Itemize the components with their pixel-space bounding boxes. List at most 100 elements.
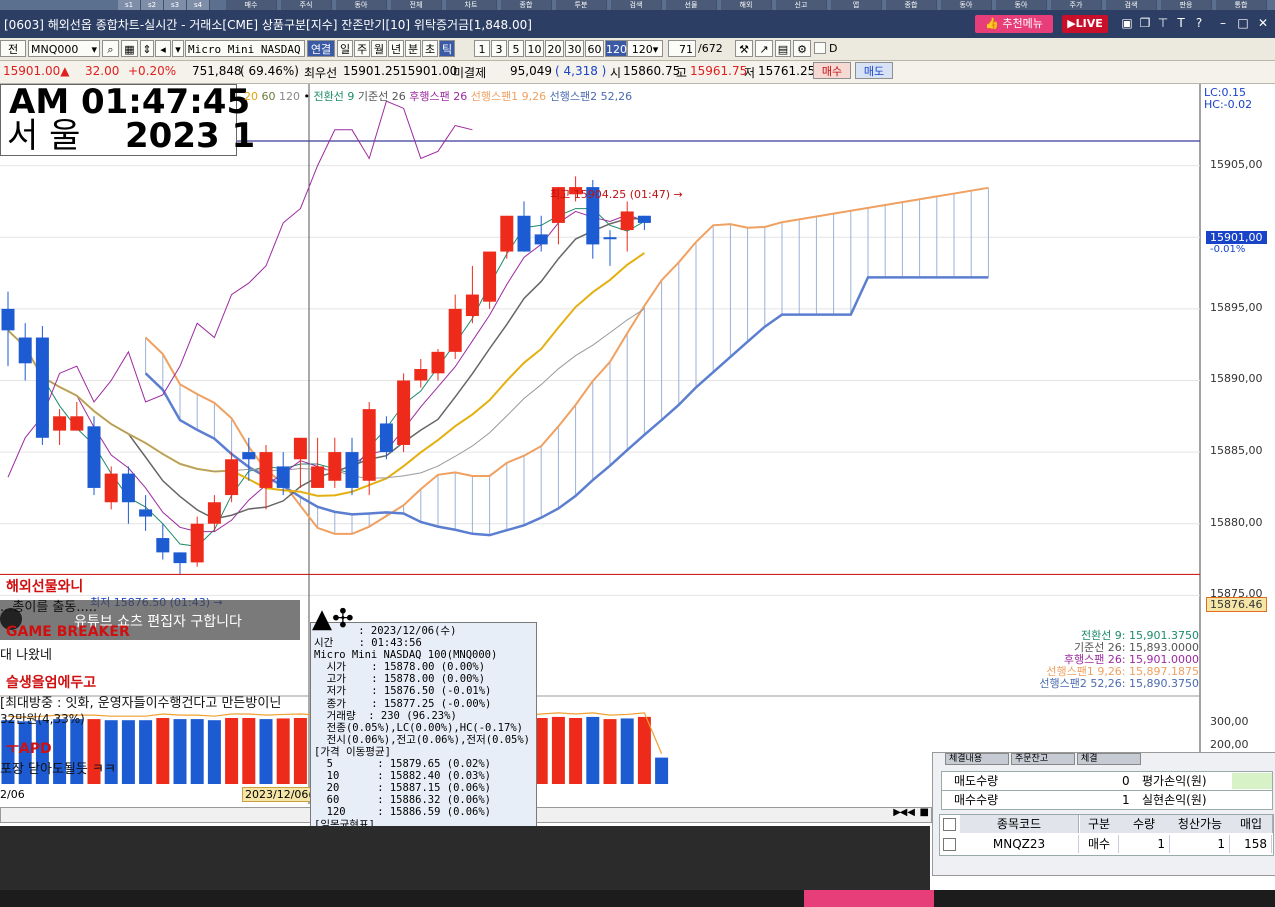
volume-bar xyxy=(569,718,583,784)
order-tab[interactable]: 주문잔고 xyxy=(1011,753,1075,765)
maximize-icon[interactable]: □ xyxy=(1236,15,1250,31)
tick-button[interactable]: 3 xyxy=(491,40,507,57)
current-price-pct: -0.01% xyxy=(1210,244,1246,255)
top-menu-item[interactable]: 종합 xyxy=(886,0,937,10)
pin-icon[interactable]: ⊤ xyxy=(1156,15,1170,31)
period-button[interactable]: 틱 xyxy=(439,40,455,57)
top-menu-item[interactable]: 동아 xyxy=(941,0,992,10)
title-bar: [0603] 해외선옵 종합차트-실시간 - 거래소[CME] 상품구분[지수]… xyxy=(0,10,1275,38)
sell-qty-row: 매도수량 0 평가손익(원) xyxy=(941,771,1273,791)
sound-icon[interactable]: ◂ xyxy=(155,40,171,57)
table-header: 청산가능 xyxy=(1170,815,1231,833)
top-menu-item[interactable]: 매수 xyxy=(226,0,277,10)
clock-widget: AM 01:47:45 서 울 2023 1 xyxy=(0,84,255,156)
top-menu-item[interactable]: 종합 xyxy=(501,0,552,10)
candle-body xyxy=(517,215,531,252)
screen-tab-3[interactable]: s3 xyxy=(164,0,187,10)
symbol-input[interactable]: MNQ000 ▾ xyxy=(28,40,100,57)
info-line: 전시(0.06%),전고(0.06%),전저(0.05%) xyxy=(314,733,530,746)
volume-bar xyxy=(156,718,170,784)
top-menu-item[interactable]: 주식 xyxy=(281,0,332,10)
period-button[interactable]: 분 xyxy=(405,40,421,57)
help-icon[interactable]: ? xyxy=(1192,15,1206,31)
top-menu-item[interactable]: 전체 xyxy=(391,0,442,10)
chat-name: 해외선물와니 xyxy=(6,579,84,595)
top-menu-item[interactable]: 차트 xyxy=(446,0,497,10)
link-button[interactable]: 연결 xyxy=(307,40,335,57)
settings-gear-icon[interactable]: ⚙ xyxy=(793,40,811,57)
spin-icon[interactable]: ⇕ xyxy=(140,40,154,57)
header-checkbox[interactable] xyxy=(943,818,956,831)
top-menu-item[interactable]: 동아 xyxy=(996,0,1047,10)
tick-button[interactable]: 5 xyxy=(508,40,524,57)
draw-line-icon[interactable]: ↗ xyxy=(755,40,773,57)
pink-button-strip[interactable] xyxy=(804,890,934,907)
top-menu-item[interactable]: 동아 xyxy=(336,0,387,10)
tick-select-value: 120 xyxy=(631,43,653,56)
font-icon[interactable]: T xyxy=(1174,15,1188,31)
screen-tab-2[interactable]: s2 xyxy=(141,0,164,10)
top-menu-item[interactable]: 통합 xyxy=(1216,0,1267,10)
mode-select[interactable]: 전 xyxy=(0,40,26,57)
grid-icon[interactable]: ▦ xyxy=(121,40,138,57)
candle-body xyxy=(345,452,359,488)
price-tick-label: 15890,00 xyxy=(1210,372,1263,386)
best-bid: 15901.00 xyxy=(400,64,458,78)
tick-button[interactable]: 10 xyxy=(525,40,544,57)
period-button[interactable]: 월 xyxy=(371,40,387,57)
tool-icon[interactable]: ⚒ xyxy=(735,40,753,57)
row-checkbox[interactable] xyxy=(943,838,956,851)
dropdown-arrow-icon[interactable]: ▾ xyxy=(91,41,97,58)
restore-icon[interactable]: ❐ xyxy=(1138,15,1152,31)
top-menu-item[interactable]: 선물 xyxy=(666,0,717,10)
scroll-end-icon[interactable]: ◀◀ xyxy=(900,807,915,818)
option-checkbox[interactable] xyxy=(814,42,826,54)
top-menu-item[interactable]: 신고 xyxy=(776,0,827,10)
tick-button[interactable]: 120 xyxy=(605,40,627,57)
top-menu-item[interactable]: 판응 xyxy=(1161,0,1212,10)
period-button[interactable]: 주 xyxy=(354,40,370,57)
order-tab[interactable]: 체결내용 xyxy=(945,753,1009,765)
close-icon[interactable]: ✕ xyxy=(1256,15,1270,31)
chart-area[interactable]: AM 01:47:45 서 울 2023 1 20 60 120 • 전환선 9… xyxy=(0,84,1275,824)
candle-body xyxy=(139,509,153,517)
count-input[interactable]: 71 xyxy=(668,40,696,57)
info-line: 전종(0.05%),LC(0.00%),HC(-0.17%) xyxy=(314,721,523,734)
top-menu-strip: s1 s2 s3 s4 매수 주식 동아 전체 차트 종합 투분 검색 선물 해외 신고 앱 종합 동아 동… xyxy=(0,0,1275,10)
top-menu-item[interactable]: 검색 xyxy=(1106,0,1157,10)
eval-pl-value-box xyxy=(1232,773,1272,789)
period-button[interactable]: 년 xyxy=(388,40,404,57)
eval-pl-label: 평가손익(원) xyxy=(1142,774,1207,788)
tick-button[interactable]: 20 xyxy=(545,40,564,57)
arrow-down-icon[interactable]: ▾ xyxy=(172,40,184,57)
volume-bar xyxy=(242,718,256,784)
screen-tab-1[interactable]: s1 xyxy=(118,0,141,10)
scroll-stop-icon[interactable]: ■ xyxy=(920,807,929,818)
product-name-field: Micro Mini NASDAQ 10 xyxy=(185,40,305,57)
count-total: /672 xyxy=(698,42,723,55)
tick-button[interactable]: 1 xyxy=(474,40,490,57)
recommend-menu-button[interactable]: 👍 추천메뉴 xyxy=(975,15,1053,33)
high-label: 고 xyxy=(676,66,688,80)
period-button[interactable]: 초 xyxy=(422,40,438,57)
top-menu-item[interactable]: 검색 xyxy=(611,0,662,10)
tick-button[interactable]: 30 xyxy=(565,40,584,57)
search-icon[interactable]: ⌕ xyxy=(102,40,119,57)
ma-legend-item: 120 xyxy=(279,90,304,103)
order-tab[interactable]: 체결 xyxy=(1077,753,1141,765)
live-button[interactable]: ▶LIVE xyxy=(1062,15,1108,33)
top-menu-item[interactable]: 앱 xyxy=(831,0,882,10)
top-menu-item[interactable]: 투분 xyxy=(556,0,607,10)
sell-button[interactable]: 매도 xyxy=(855,62,893,79)
save-icon[interactable]: ▤ xyxy=(775,40,791,57)
top-menu-item[interactable]: 주가 xyxy=(1051,0,1102,10)
screen-tab-4[interactable]: s4 xyxy=(187,0,210,10)
tick-button[interactable]: 60 xyxy=(585,40,604,57)
period-button[interactable]: 일 xyxy=(337,40,353,57)
layout-icon[interactable]: ▣ xyxy=(1120,15,1134,31)
tick-select[interactable]: 120▾ xyxy=(627,40,663,57)
top-menu-item[interactable]: 해외 xyxy=(721,0,772,10)
candle-body xyxy=(603,237,617,240)
minimize-icon[interactable]: – xyxy=(1216,15,1230,31)
buy-button[interactable]: 매수 xyxy=(813,62,851,79)
